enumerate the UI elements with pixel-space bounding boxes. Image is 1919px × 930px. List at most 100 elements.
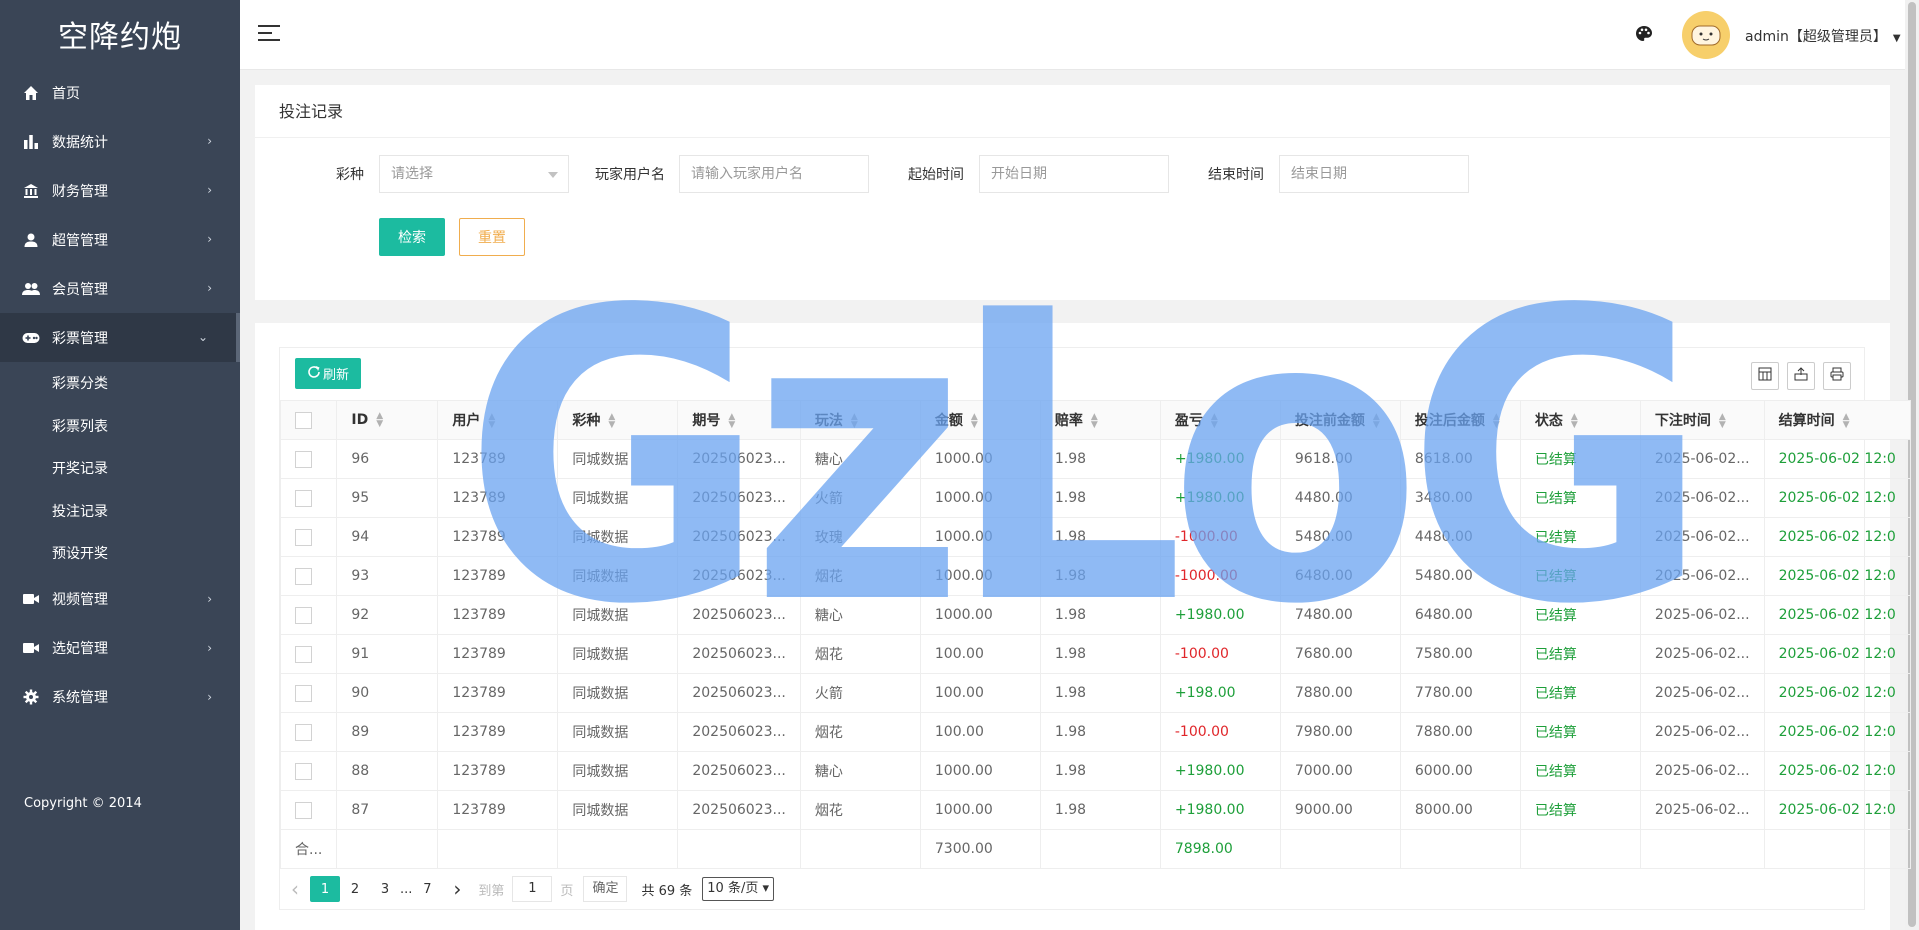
row-checkbox[interactable] [295, 684, 312, 702]
sidebar-item-members[interactable]: 会员管理 › [0, 264, 240, 313]
sidebar-item-label: 系统管理 [52, 690, 108, 706]
table-row[interactable]: 89 123789 同城数据 202506023... 烟花 100.00 1.98 -100… [279, 712, 1911, 752]
row-checkbox[interactable] [295, 528, 312, 546]
row-checkbox[interactable] [295, 489, 312, 507]
page-size-select[interactable]: 10 条/页 ▾ [702, 877, 774, 901]
column-header-period[interactable]: 期号 ▲ ▼ [677, 400, 801, 440]
player-input[interactable]: 请输入玩家用户名 [679, 155, 869, 193]
sidebar-item-lottery[interactable]: 彩票管理 ⌄ [0, 313, 240, 362]
row-checkbox[interactable] [295, 567, 312, 585]
page-1-button[interactable]: 1 [310, 876, 340, 902]
sort-icon[interactable]: ▲ ▼ [1571, 413, 1578, 430]
sort-icon[interactable]: ▲ ▼ [728, 413, 735, 430]
sidebar-item-video[interactable]: 视频管理 › [0, 575, 240, 624]
table-row[interactable]: 93 123789 同城数据 202506023... 烟花 1000.00 1.98 -10… [279, 556, 1911, 596]
sort-icon[interactable]: ▲ ▼ [971, 413, 978, 430]
page-7-button[interactable]: 7 [412, 876, 442, 902]
page-2-button[interactable]: 2 [340, 876, 370, 902]
sidebar-item-home[interactable]: 首页 [0, 68, 240, 117]
reset-button[interactable]: 重置 [459, 218, 525, 256]
goto-page-input[interactable]: 1 [512, 876, 553, 902]
next-page-button[interactable]: › [442, 876, 472, 902]
sidebar-item-statistics[interactable]: 数据统计 › [0, 117, 240, 166]
table-row[interactable]: 96 123789 同城数据 202506023... 糖心 1000.00 1.98 +19… [279, 439, 1911, 479]
sort-icon[interactable]: ▲ ▼ [488, 413, 495, 430]
caret-down-icon: ▼ [1892, 33, 1901, 44]
period-cell: 202506023... [677, 595, 801, 635]
table-row[interactable]: 94 123789 同城数据 202506023... 玫瑰 1000.00 1.98 -10… [279, 517, 1911, 557]
column-header-status[interactable]: 状态 ▲ ▼ [1519, 400, 1641, 440]
table-row[interactable]: 87 123789 同城数据 202506023... 烟花 1000.00 1.98 +19… [279, 790, 1911, 830]
row-checkbox[interactable] [295, 606, 312, 624]
sort-icon[interactable]: ▲ ▼ [608, 413, 615, 430]
lottery-cell: 同城数据 [557, 790, 679, 830]
sort-icon[interactable]: ▲ ▼ [1211, 413, 1218, 430]
submenu-item-bet-records[interactable]: 投注记录 [0, 490, 240, 533]
row-checkbox[interactable] [295, 723, 312, 741]
column-header-user[interactable]: 用户 ▲ ▼ [437, 400, 559, 440]
row-checkbox[interactable] [295, 762, 312, 780]
page-3-button[interactable]: 3 [370, 876, 400, 902]
sidebar-item-finance[interactable]: 财务管理 › [0, 166, 240, 215]
sidebar-item-label: 财务管理 [52, 183, 108, 200]
sort-icon[interactable]: ▲ ▼ [1719, 413, 1726, 430]
row-checkbox[interactable] [295, 450, 312, 468]
column-header-before-amount[interactable]: 投注前金额 ▲ ▼ [1279, 400, 1401, 440]
row-checkbox[interactable] [295, 645, 312, 663]
sidebar-item-admin[interactable]: 超管管理 › [0, 215, 240, 264]
sidebar-item-label: 超管管理 [52, 232, 108, 249]
column-header-odds[interactable]: 赔率 ▲ ▼ [1039, 400, 1161, 440]
submenu-item-draw-records[interactable]: 开奖记录 [0, 447, 240, 490]
column-header-amount[interactable]: 金额 ▲ ▼ [919, 400, 1041, 440]
table-row[interactable]: 92 123789 同城数据 202506023... 糖心 1000.00 1.98 +19… [279, 595, 1911, 635]
sort-icon[interactable]: ▲ ▼ [1091, 413, 1098, 430]
table-row[interactable]: 88 123789 同城数据 202506023... 糖心 1000.00 1.98 +19… [279, 751, 1911, 791]
column-header-bet-time[interactable]: 下注时间 ▲ ▼ [1639, 400, 1765, 440]
column-header-lottery[interactable]: 彩种 ▲ ▼ [557, 400, 679, 440]
sort-icon[interactable]: ▲ ▼ [1493, 413, 1500, 430]
sort-icon[interactable]: ▲ ▼ [851, 413, 858, 430]
submenu-item-preset-draw[interactable]: 预设开奖 [0, 532, 240, 575]
column-header-settle-time[interactable]: 结算时间 ▲ ▼ [1763, 400, 1911, 440]
start-date-input[interactable]: 开始日期 [979, 155, 1169, 193]
submenu-item-lottery-list[interactable]: 彩票列表 [0, 405, 240, 448]
row-select-cell [279, 712, 338, 752]
sort-icon[interactable]: ▲ ▼ [376, 412, 383, 429]
chevron-right-icon: › [207, 281, 212, 295]
prev-page-button[interactable]: ‹ [280, 876, 310, 902]
palette-icon[interactable] [1635, 25, 1655, 45]
sidebar-item-concubine[interactable]: 选妃管理 › [0, 624, 240, 673]
user-menu[interactable]: admin【超级管理员】 ▼ [1745, 26, 1901, 46]
submenu-item-lottery-category[interactable]: 彩票分类 [0, 362, 240, 405]
table-row[interactable]: 91 123789 同城数据 202506023... 烟花 100.00 1.98 -100… [279, 634, 1911, 674]
end-date-input[interactable]: 结束日期 [1279, 155, 1469, 193]
select-all-checkbox[interactable] [295, 411, 312, 429]
play-cell: 烟花 [799, 556, 921, 596]
column-header-id[interactable]: ID ▲ ▼ [336, 400, 439, 440]
table-total-row: 合... 7300.00 7898.00 [279, 829, 1911, 869]
sort-icon[interactable]: ▲ ▼ [1843, 413, 1850, 430]
play-cell: 烟花 [799, 634, 921, 674]
status-cell: 已结算 [1519, 595, 1641, 635]
sort-icon[interactable]: ▲ ▼ [1373, 413, 1380, 430]
column-header-after-amount[interactable]: 投注后金额 ▲ ▼ [1399, 400, 1521, 440]
column-header-profit-loss[interactable]: 盈亏 ▲ ▼ [1159, 400, 1281, 440]
refresh-button[interactable]: 刷新 [295, 358, 361, 389]
menu-toggle-icon[interactable] [258, 25, 280, 43]
columns-filter-button[interactable] [1751, 362, 1779, 390]
sidebar-item-system[interactable]: 系统管理 › [0, 673, 240, 722]
export-button[interactable] [1787, 362, 1815, 390]
lottery-cell: 同城数据 [557, 751, 679, 791]
table-row[interactable]: 95 123789 同城数据 202506023... 火箭 1000.00 1.98 +19… [279, 478, 1911, 518]
table-row[interactable]: 90 123789 同城数据 202506023... 火箭 100.00 1.98 +198… [279, 673, 1911, 713]
lottery-select[interactable]: 请选择 [379, 155, 569, 193]
row-checkbox[interactable] [295, 801, 312, 819]
column-header-play[interactable]: 玩法 ▲ ▼ [799, 400, 921, 440]
search-button[interactable]: 检索 [379, 218, 445, 256]
goto-confirm-button[interactable]: 确定 [583, 876, 628, 902]
row-select-cell [279, 439, 338, 479]
print-button[interactable] [1823, 362, 1851, 390]
avatar[interactable] [1682, 11, 1730, 59]
sidebar: 空降约炮 首页 数据统计 › 财务管理 › 超管管理 › 会员管理 › 彩票管理… [0, 0, 240, 930]
odds-cell: 1.98 [1039, 673, 1161, 713]
